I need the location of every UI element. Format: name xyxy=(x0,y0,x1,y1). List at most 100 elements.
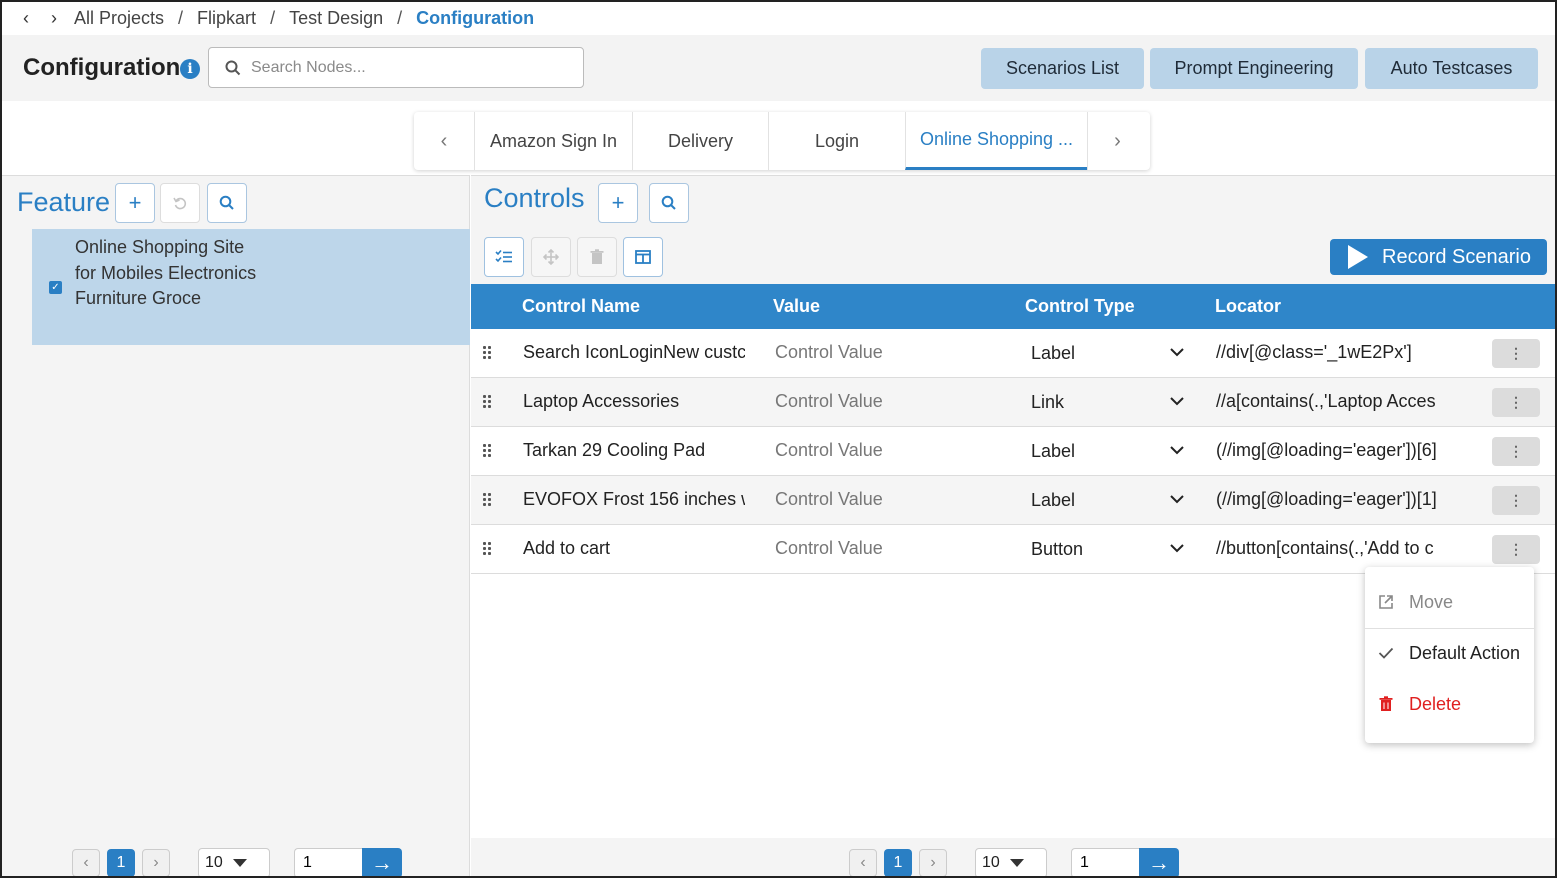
move-button[interactable] xyxy=(531,237,571,277)
controls-footer: ‹ 1 › 10 → xyxy=(471,838,1555,876)
control-type-select[interactable]: Label xyxy=(1031,343,1075,364)
more-options-icon[interactable]: ⋮ xyxy=(1492,437,1540,466)
more-options-icon[interactable]: ⋮ xyxy=(1492,388,1540,417)
app-window: ‹ › All Projects / Flipkart / Test Desig… xyxy=(0,0,1557,878)
trash-icon xyxy=(590,249,604,264)
locator-cell[interactable]: //div[@class='_1wE2Px'] xyxy=(1216,342,1444,363)
search-box[interactable] xyxy=(208,47,584,88)
control-name-cell[interactable]: Laptop Accessories xyxy=(523,391,745,412)
drag-handle-icon[interactable] xyxy=(483,542,493,558)
drag-handle-icon[interactable] xyxy=(483,346,493,362)
control-name-cell[interactable]: Search IconLoginNew custc xyxy=(523,342,745,363)
table-row[interactable]: Laptop Accessories Control Value Link //… xyxy=(471,378,1555,427)
chevron-down-icon[interactable] xyxy=(1169,491,1185,507)
column-value[interactable]: Value xyxy=(773,296,820,317)
page-title: Configuration xyxy=(23,54,181,81)
tab-next-icon[interactable]: › xyxy=(1087,112,1147,170)
more-options-icon[interactable]: ⋮ xyxy=(1492,339,1540,368)
more-options-icon[interactable]: ⋮ xyxy=(1492,486,1540,515)
prompt-engineering-button[interactable]: Prompt Engineering xyxy=(1150,48,1358,89)
next-page-icon[interactable]: › xyxy=(142,849,170,876)
page-size-select[interactable]: 10 xyxy=(975,848,1047,876)
menu-item-delete[interactable]: Delete xyxy=(1365,684,1534,724)
column-locator[interactable]: Locator xyxy=(1215,296,1281,317)
feature-panel: Feature + ✓ Online Shopping Site for Mob… xyxy=(2,175,470,876)
goto-page-input[interactable] xyxy=(294,848,362,876)
drag-handle-icon[interactable] xyxy=(483,395,493,411)
tab-prev-icon[interactable]: ‹ xyxy=(414,112,474,170)
checkbox-checked-icon[interactable]: ✓ xyxy=(49,281,62,294)
chevron-down-icon[interactable] xyxy=(1169,393,1185,409)
auto-testcases-button[interactable]: Auto Testcases xyxy=(1365,48,1538,89)
record-scenario-button[interactable]: Record Scenario xyxy=(1330,239,1547,275)
column-control-name[interactable]: Control Name xyxy=(522,296,640,317)
tab-amazon-sign-in[interactable]: Amazon Sign In xyxy=(474,112,632,170)
prev-page-icon[interactable]: ‹ xyxy=(849,849,877,876)
control-type-select[interactable]: Label xyxy=(1031,490,1075,511)
columns-button[interactable] xyxy=(623,237,663,277)
search-icon xyxy=(661,195,676,210)
column-control-type[interactable]: Control Type xyxy=(1025,296,1135,317)
locator-cell[interactable]: (//img[@loading='eager'])[6] xyxy=(1216,440,1444,461)
trash-icon xyxy=(1376,696,1396,712)
control-type-select[interactable]: Button xyxy=(1031,539,1083,560)
add-control-button[interactable]: + xyxy=(598,183,638,223)
drag-handle-icon[interactable] xyxy=(483,493,493,509)
checklist-button[interactable] xyxy=(484,237,524,277)
prev-page-icon[interactable]: ‹ xyxy=(72,849,100,876)
chevron-down-icon[interactable] xyxy=(1169,442,1185,458)
back-arrow-icon[interactable]: ‹ xyxy=(12,8,40,29)
table-row[interactable]: EVOFOX Frost 156 inches w Control Value … xyxy=(471,476,1555,525)
add-feature-button[interactable]: + xyxy=(115,183,155,223)
control-value-cell[interactable]: Control Value xyxy=(775,391,883,412)
controls-header: Controls + Record Scenario xyxy=(471,176,1555,284)
search-feature-button[interactable] xyxy=(207,183,247,223)
search-control-button[interactable] xyxy=(649,183,689,223)
table-row[interactable]: Tarkan 29 Cooling Pad Control Value Labe… xyxy=(471,427,1555,476)
controls-panel: Controls + Record Scenario Control Name … xyxy=(471,175,1555,876)
locator-cell[interactable]: //a[contains(.,'Laptop Acces xyxy=(1216,391,1444,412)
play-icon xyxy=(1348,245,1368,269)
menu-item-default-action[interactable]: Default Action xyxy=(1365,633,1534,673)
control-type-select[interactable]: Link xyxy=(1031,392,1064,413)
tab-online-shopping[interactable]: Online Shopping ... xyxy=(905,112,1087,170)
more-options-icon[interactable]: ⋮ xyxy=(1492,535,1540,564)
goto-arrow-icon[interactable]: → xyxy=(362,848,402,876)
feature-list-item[interactable]: ✓ Online Shopping Site for Mobiles Elect… xyxy=(32,229,470,345)
delete-button[interactable] xyxy=(577,237,617,277)
menu-item-move[interactable]: Move xyxy=(1365,582,1534,622)
control-value-cell[interactable]: Control Value xyxy=(775,440,883,461)
drag-handle-icon[interactable] xyxy=(483,444,493,460)
control-type-select[interactable]: Label xyxy=(1031,441,1075,462)
breadcrumb-flipkart[interactable]: Flipkart xyxy=(197,8,256,29)
table-row[interactable]: Search IconLoginNew custc Control Value … xyxy=(471,329,1555,378)
locator-cell[interactable]: //button[contains(.,'Add to c xyxy=(1216,538,1444,559)
current-page[interactable]: 1 xyxy=(107,849,135,876)
control-value-cell[interactable]: Control Value xyxy=(775,538,883,559)
forward-arrow-icon[interactable]: › xyxy=(40,8,68,29)
current-page[interactable]: 1 xyxy=(884,849,912,876)
chevron-down-icon[interactable] xyxy=(1169,540,1185,556)
control-value-cell[interactable]: Control Value xyxy=(775,342,883,363)
columns-icon xyxy=(635,250,651,264)
control-name-cell[interactable]: Tarkan 29 Cooling Pad xyxy=(523,440,745,461)
control-name-cell[interactable]: Add to cart xyxy=(523,538,745,559)
scenarios-list-button[interactable]: Scenarios List xyxy=(981,48,1144,89)
search-icon xyxy=(225,60,241,75)
search-input[interactable] xyxy=(251,58,551,77)
breadcrumb-all-projects[interactable]: All Projects xyxy=(74,8,164,29)
control-name-cell[interactable]: EVOFOX Frost 156 inches w xyxy=(523,489,745,510)
goto-page-input[interactable] xyxy=(1071,848,1139,876)
info-icon[interactable]: i xyxy=(180,59,200,79)
next-page-icon[interactable]: › xyxy=(919,849,947,876)
feature-item-label: Online Shopping Site for Mobiles Electro… xyxy=(75,237,257,308)
tab-login[interactable]: Login xyxy=(768,112,905,170)
chevron-down-icon[interactable] xyxy=(1169,344,1185,360)
breadcrumb-test-design[interactable]: Test Design xyxy=(289,8,383,29)
locator-cell[interactable]: (//img[@loading='eager'])[1] xyxy=(1216,489,1444,510)
goto-arrow-icon[interactable]: → xyxy=(1139,848,1179,876)
tab-delivery[interactable]: Delivery xyxy=(632,112,768,170)
control-value-cell[interactable]: Control Value xyxy=(775,489,883,510)
undo-button[interactable] xyxy=(160,183,200,223)
page-size-select[interactable]: 10 xyxy=(198,848,270,876)
